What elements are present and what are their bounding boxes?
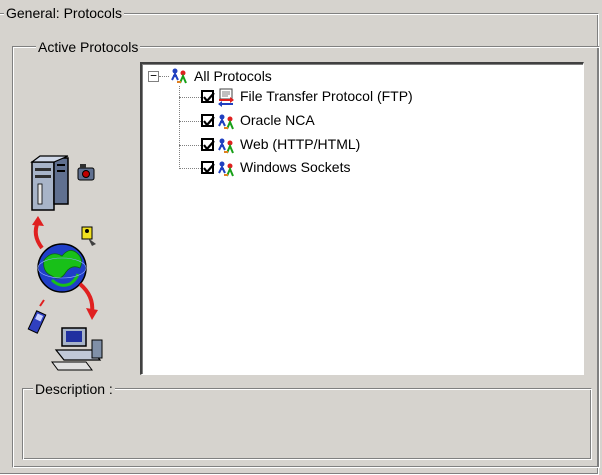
globe-icon (37, 243, 87, 293)
protocol-people-icon (218, 114, 234, 130)
tree-connector (179, 86, 180, 167)
protocol-people-icon (218, 161, 234, 177)
tree-root-label[interactable]: All Protocols (194, 66, 272, 86)
web-http-checkbox[interactable] (201, 138, 215, 151)
handheld-device-icon (27, 299, 47, 334)
tree-connector (179, 97, 201, 98)
general-protocols-title: General: Protocols (4, 5, 124, 21)
description-text (34, 404, 574, 450)
windows-sockets-checkbox[interactable] (201, 161, 215, 174)
tree-connector (179, 168, 201, 169)
collapse-toggle-icon[interactable]: − (148, 70, 159, 82)
network-illustration (27, 155, 103, 371)
protocols-dialog-page: General: Protocols Active Protocols − Al… (0, 0, 602, 475)
tree-item-label[interactable]: File Transfer Protocol (FTP) (240, 88, 413, 104)
protocols-icon (171, 68, 187, 84)
description-title: Description : (33, 381, 115, 397)
protocol-people-icon (218, 138, 234, 154)
tree-connector (179, 145, 201, 146)
server-icon (30, 155, 69, 211)
badge-icon (81, 226, 96, 246)
tree-connector (159, 76, 169, 77)
tree-item-label[interactable]: Windows Sockets (240, 159, 350, 175)
red-arrow-down-icon (78, 282, 98, 320)
oracle-nca-checkbox[interactable] (201, 114, 215, 127)
tree-item-label[interactable]: Web (HTTP/HTML) (240, 136, 360, 152)
ftp-checkbox[interactable] (201, 90, 215, 103)
active-protocols-title: Active Protocols (36, 39, 141, 55)
camera-icon (77, 164, 95, 181)
tree-connector (179, 121, 201, 122)
workstation-icon (51, 327, 103, 371)
red-arrow-up-icon (32, 216, 44, 250)
protocols-tree-view[interactable]: − All Protocols File Transfer Protocol (… (140, 62, 584, 375)
tree-item-label[interactable]: Oracle NCA (240, 112, 315, 128)
ftp-icon (218, 88, 234, 107)
